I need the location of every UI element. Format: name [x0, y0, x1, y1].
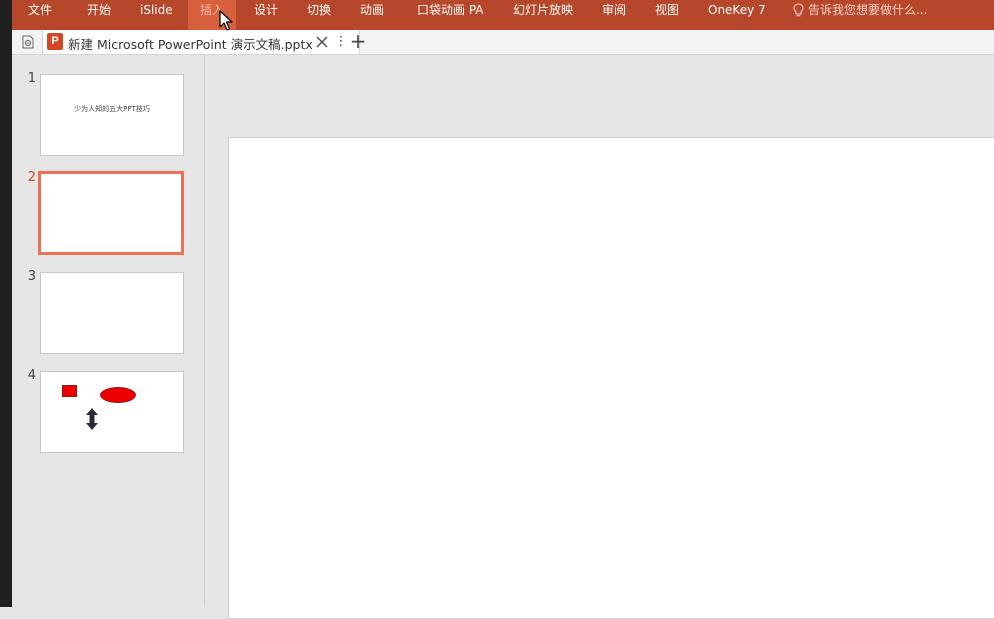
slide-thumbnail-4[interactable]: [40, 371, 184, 453]
menu-islide[interactable]: iSlide: [140, 0, 173, 30]
menu-slideshow[interactable]: 幻灯片放映: [513, 0, 573, 30]
slide-number: 2: [27, 170, 36, 185]
slide-number: 3: [27, 269, 36, 284]
slide-thumbnail-pane: 1 少为人知的五大PPT技巧 2 3 4: [12, 55, 205, 607]
window-left-edge: [0, 0, 12, 607]
up-down-arrow-icon: [86, 408, 98, 430]
menu-pocket-animation[interactable]: 口袋动画 PA: [417, 0, 484, 30]
document-tab[interactable]: P 新建 Microsoft PowerPoint 演示文稿.pptx ⋮: [42, 30, 360, 54]
menu-design[interactable]: 设计: [254, 0, 278, 30]
file-settings-icon[interactable]: [20, 34, 36, 50]
tell-me-text: 告诉我您想要做什么...: [808, 3, 928, 17]
tab-more-button[interactable]: ⋮: [334, 31, 348, 53]
menu-file[interactable]: 文件: [28, 0, 52, 30]
slide-thumbnail-1[interactable]: 少为人知的五大PPT技巧: [40, 74, 184, 156]
menu-onekey[interactable]: OneKey 7: [708, 0, 766, 30]
tell-me-search[interactable]: 告诉我您想要做什么...: [793, 0, 927, 22]
slide-thumbnail-3[interactable]: [40, 272, 184, 354]
menu-animations[interactable]: 动画: [360, 0, 384, 30]
menu-home[interactable]: 开始: [87, 0, 111, 30]
powerpoint-icon: P: [47, 33, 63, 50]
thumbnail-ellipse-shape: [100, 387, 136, 403]
slide-canvas[interactable]: [228, 137, 994, 619]
new-tab-button[interactable]: +: [348, 31, 368, 52]
slide-number: 4: [27, 368, 36, 383]
slide-thumbnail-2[interactable]: [38, 171, 184, 255]
menu-transitions[interactable]: 切换: [307, 0, 331, 30]
document-tab-bar: P 新建 Microsoft PowerPoint 演示文稿.pptx ⋮ +: [12, 30, 994, 55]
mouse-cursor-icon: [219, 10, 233, 31]
document-title: 新建 Microsoft PowerPoint 演示文稿.pptx: [68, 37, 313, 52]
lightbulb-icon: [793, 3, 804, 17]
menu-view[interactable]: 视图: [655, 0, 679, 30]
slide-edit-area: [205, 55, 994, 619]
thumbnail-rectangle-shape: [62, 385, 77, 397]
menu-review[interactable]: 审阅: [602, 0, 626, 30]
slide-thumbnail-title: 少为人知的五大PPT技巧: [74, 105, 150, 113]
slide-number: 1: [27, 71, 36, 86]
close-icon[interactable]: [314, 34, 330, 50]
ribbon-menu-bar: 文件 开始 iSlide 插入 设计 切换 动画 口袋动画 PA 幻灯片放映 审…: [12, 0, 994, 30]
